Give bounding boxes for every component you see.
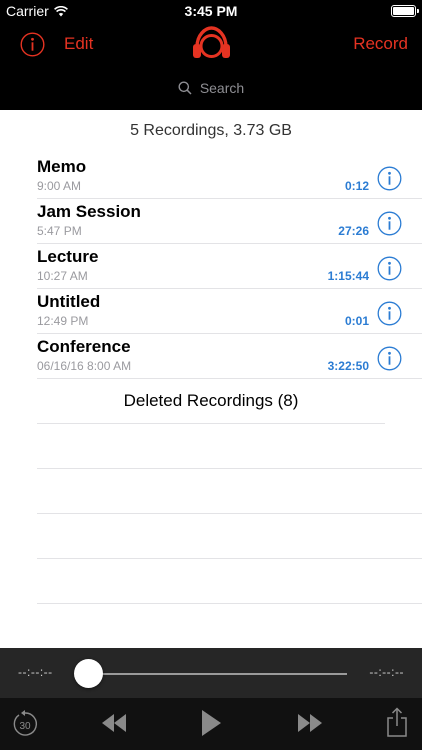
recording-name: Lecture — [37, 247, 99, 266]
recording-date: 5:47 PM — [37, 224, 82, 238]
info-icon[interactable] — [377, 211, 402, 236]
recording-duration: 1:15:44 — [327, 269, 369, 283]
recording-row[interactable]: Jam Session 5:47 PM 27:26 — [37, 199, 422, 244]
status-bar: Carrier 3:45 PM — [0, 0, 422, 22]
skip-back-label: 30 — [19, 721, 31, 732]
battery-icon — [391, 5, 419, 17]
scrubber-knob[interactable] — [74, 659, 103, 688]
status-time: 3:45 PM — [184, 3, 238, 19]
transport-controls: 30 — [0, 698, 422, 750]
recordings-summary: 5 Recordings, 3.73 GB — [130, 122, 292, 139]
scrubber-track[interactable] — [88, 673, 347, 675]
recording-row[interactable]: Memo 9:00 AM 0:12 — [37, 154, 422, 199]
recording-name: Jam Session — [37, 202, 141, 221]
info-icon[interactable] — [377, 301, 402, 326]
recording-date: 10:27 AM — [37, 269, 88, 283]
remaining-time: --:--:-- — [369, 665, 404, 679]
record-button[interactable]: Record — [353, 34, 408, 54]
recording-duration: 0:01 — [344, 314, 369, 328]
share-icon[interactable] — [385, 706, 409, 738]
info-icon[interactable] — [377, 166, 402, 191]
recording-date: 9:00 AM — [37, 179, 82, 193]
recording-name: Memo — [37, 157, 87, 176]
headphones-logo-icon — [193, 26, 230, 58]
recording-duration: 3:22:50 — [327, 359, 369, 373]
recording-date: 12:49 PM — [37, 314, 89, 328]
row-divider — [37, 603, 422, 604]
row-divider — [37, 558, 422, 559]
row-divider — [37, 468, 422, 469]
edit-button[interactable]: Edit — [64, 34, 93, 54]
deleted-recordings-link[interactable]: Deleted Recordings (8) — [37, 379, 385, 424]
skip-back-30-icon[interactable]: 30 — [10, 707, 40, 739]
info-icon[interactable] — [377, 346, 402, 371]
recording-name: Untitled — [37, 292, 101, 311]
play-icon[interactable] — [200, 709, 222, 737]
rewind-icon[interactable] — [100, 712, 128, 734]
search-bar[interactable]: Search — [0, 76, 422, 100]
scrubber: --:--:-- --:--:-- — [0, 648, 422, 698]
fast-forward-icon[interactable] — [296, 712, 324, 734]
nav-bar: Edit Record — [0, 22, 422, 68]
elapsed-time: --:--:-- — [18, 665, 53, 679]
recording-row[interactable]: Untitled 12:49 PM 0:01 — [37, 289, 422, 334]
recording-duration: 27:26 — [338, 224, 369, 238]
info-icon[interactable] — [20, 32, 45, 57]
recording-row[interactable]: Lecture 10:27 AM 1:15:44 — [37, 244, 422, 289]
header: Carrier 3:45 PM Edit Record Search — [0, 0, 422, 110]
recording-row[interactable]: Conference 06/16/16 8:00 AM 3:22:50 — [37, 334, 422, 379]
row-divider — [37, 513, 422, 514]
recording-name: Conference — [37, 337, 131, 356]
search-placeholder[interactable]: Search — [200, 80, 244, 96]
info-icon[interactable] — [377, 256, 402, 281]
recording-date: 06/16/16 8:00 AM — [37, 359, 132, 373]
search-icon — [178, 81, 192, 95]
recording-duration: 0:12 — [344, 179, 369, 193]
player-bar: --:--:-- --:--:-- 30 — [0, 648, 422, 750]
